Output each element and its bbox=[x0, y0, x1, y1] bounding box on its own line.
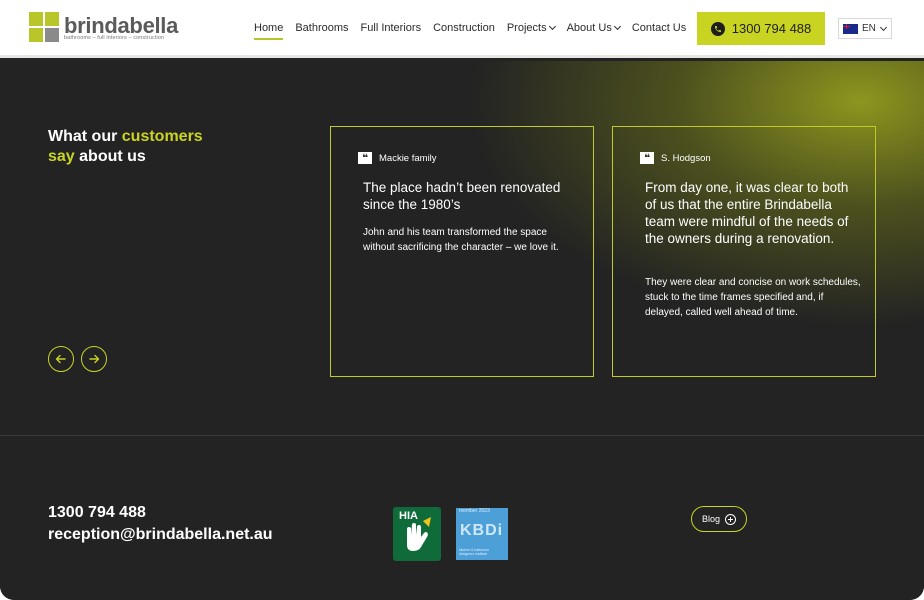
phone-button-label: 1300 794 488 bbox=[731, 21, 812, 36]
next-arrow-button[interactable] bbox=[81, 346, 107, 372]
phone-icon-glyph bbox=[714, 25, 721, 32]
kbdi-institute-text: kitchen & bathroom designers institute bbox=[459, 548, 490, 556]
nav-label: About Us bbox=[566, 22, 612, 34]
blog-button-label: Blog bbox=[701, 514, 720, 524]
hia-logo: HIA bbox=[393, 507, 441, 561]
plus-circle-icon bbox=[725, 513, 736, 525]
testimonial-author: Mackie family bbox=[379, 153, 437, 164]
nav-label: Home bbox=[254, 22, 284, 34]
phone-icon bbox=[710, 21, 725, 36]
nav-construction[interactable]: Construction bbox=[433, 22, 501, 34]
nav-about-us[interactable]: About Us bbox=[567, 22, 626, 34]
chevron-down-icon bbox=[548, 22, 556, 31]
nav-bathrooms[interactable]: Bathrooms bbox=[295, 22, 354, 34]
australia-flag-icon bbox=[843, 23, 858, 34]
main-nav: Home Bathrooms Full Interiors Constructi… bbox=[254, 22, 698, 40]
phone-button[interactable]: 1300 794 488 bbox=[697, 12, 825, 45]
logo-square bbox=[29, 28, 43, 42]
nav-label: Bathrooms bbox=[295, 22, 349, 34]
testimonial-body: They were clear and concise on work sche… bbox=[645, 277, 861, 318]
site-header: brindabella bathrooms – full interiors –… bbox=[0, 0, 924, 58]
nav-label: Projects bbox=[506, 22, 547, 34]
nav-full-interiors[interactable]: Full Interiors bbox=[361, 22, 428, 34]
logo-square bbox=[45, 12, 59, 26]
page: brindabella bathrooms – full interiors –… bbox=[0, 0, 924, 600]
heading-text: about us bbox=[74, 148, 146, 165]
nav-label: Construction bbox=[433, 22, 495, 34]
kbdi-member-text: member 2023 bbox=[459, 508, 490, 514]
kbdi-logo-text: KBDi bbox=[460, 522, 504, 539]
hand-icon bbox=[401, 517, 433, 559]
chevron-down-icon bbox=[613, 22, 621, 31]
chevron-down-icon bbox=[879, 23, 887, 31]
language-label: EN bbox=[862, 23, 876, 34]
brindabella-logo[interactable]: brindabella bathrooms – full interiors –… bbox=[29, 12, 179, 46]
quote-icon: ❝ bbox=[640, 152, 654, 164]
logo-tagline: bathrooms – full interiors – constructio… bbox=[64, 35, 165, 41]
heading-highlight: customers bbox=[121, 128, 203, 145]
testimonials-heading: What our customers say about us bbox=[48, 127, 248, 167]
language-selector[interactable]: EN bbox=[838, 18, 892, 39]
arrow-left-icon bbox=[55, 354, 66, 364]
testimonial-card: ❝ S. Hodgson From day one, it was clear … bbox=[612, 126, 876, 377]
nav-home[interactable]: Home bbox=[254, 22, 289, 40]
footer-phone-link[interactable]: 1300 794 488 bbox=[48, 504, 146, 522]
testimonial-headline: The place hadn’t been renovated since th… bbox=[363, 180, 561, 212]
testimonial-headline: From day one, it was clear to both of us… bbox=[645, 180, 849, 246]
heading-text: What our bbox=[48, 128, 122, 145]
testimonial-card: ❝ Mackie family The place hadn’t been re… bbox=[330, 126, 594, 377]
arrow-right-icon bbox=[89, 354, 100, 364]
site-footer: 1300 794 488 reception@brindabella.net.a… bbox=[0, 435, 924, 600]
kbdi-logo: member 2023 KBDi kitchen & bathroom desi… bbox=[456, 508, 508, 560]
testimonial-body: John and his team transformed the space … bbox=[363, 227, 559, 253]
nav-contact-us[interactable]: Contact Us bbox=[632, 22, 692, 34]
testimonials-section: What our customers say about us ❝ Mackie … bbox=[0, 61, 924, 435]
nav-label: Contact Us bbox=[631, 22, 687, 34]
logo-square bbox=[29, 12, 43, 26]
blog-button[interactable]: Blog bbox=[691, 506, 747, 532]
prev-arrow-button[interactable] bbox=[48, 346, 74, 372]
testimonial-author: S. Hodgson bbox=[661, 153, 711, 164]
logo-square bbox=[45, 28, 59, 42]
quote-icon: ❝ bbox=[358, 152, 372, 164]
nav-label: Full Interiors bbox=[360, 22, 422, 34]
nav-projects[interactable]: Projects bbox=[507, 22, 561, 34]
heading-highlight: say bbox=[48, 148, 75, 165]
footer-email-link[interactable]: reception@brindabella.net.au bbox=[48, 526, 273, 544]
